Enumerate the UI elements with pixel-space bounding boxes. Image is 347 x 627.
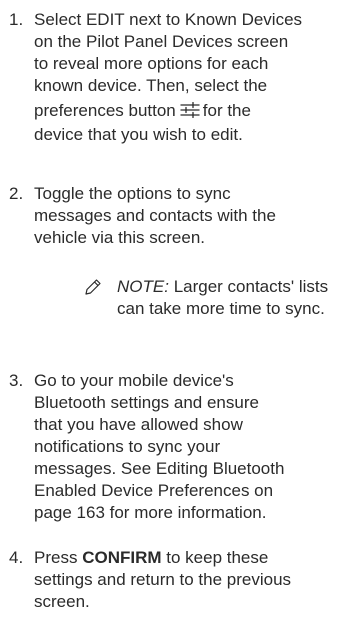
pencil-icon xyxy=(84,278,102,301)
step-text: Press CONFIRM to keep these settings and… xyxy=(34,547,340,613)
step-line: settings and return to the previous xyxy=(34,570,292,589)
step-line: device that you wish to edit. xyxy=(34,125,243,144)
preferences-sliders-icon xyxy=(180,101,200,124)
step-line: Enabled Device Preferences on xyxy=(34,481,274,500)
step-text: Go to your mobile device's Bluetooth set… xyxy=(34,370,340,524)
step-line: preferences button for the xyxy=(34,100,340,124)
step-number: 4. xyxy=(9,548,24,567)
step-line: on the Pilot Panel Devices screen xyxy=(34,32,289,51)
step-line: Press CONFIRM to keep these xyxy=(34,547,340,569)
step-number: 1. xyxy=(9,10,24,29)
step-line: Select EDIT next to Known Devices xyxy=(34,10,303,29)
step-text: Select EDIT next to Known Devices on the… xyxy=(34,9,340,146)
step-line: messages and contacts with the xyxy=(34,206,276,225)
step-text-fragment: to keep these xyxy=(166,548,269,567)
step-number: 3. xyxy=(9,371,24,390)
step-number: 2. xyxy=(9,184,24,203)
step-line: screen. xyxy=(34,592,90,611)
step-line: notifications to sync your xyxy=(34,437,221,456)
step-line: page 163 for more information. xyxy=(34,503,267,522)
step-line: Toggle the options to sync xyxy=(34,184,231,203)
step-line: Go to your mobile device's xyxy=(34,371,234,390)
step-text-fragment: for the xyxy=(202,101,251,120)
step-line: Bluetooth settings and ensure xyxy=(34,393,259,412)
note-line: can take more time to sync. xyxy=(117,299,325,318)
step-text: Toggle the options to sync messages and … xyxy=(34,183,340,249)
note-text-fragment: Larger contacts' lists xyxy=(173,277,329,296)
step-text-fragment: Press xyxy=(34,548,78,567)
note-line: NOTE: Larger contacts' lists xyxy=(117,276,347,298)
step-line: vehicle via this screen. xyxy=(34,228,206,247)
step-text-fragment: preferences button xyxy=(34,101,176,120)
step-line: messages. See Editing Bluetooth xyxy=(34,459,285,478)
step-line: known device. Then, select the xyxy=(34,76,268,95)
step-line: that you have allowed show xyxy=(34,415,243,434)
step-line: to reveal more options for each xyxy=(34,54,269,73)
note-label: NOTE: xyxy=(117,277,169,296)
note-text: NOTE: Larger contacts' lists can take mo… xyxy=(117,276,347,320)
confirm-label: CONFIRM xyxy=(82,548,162,567)
